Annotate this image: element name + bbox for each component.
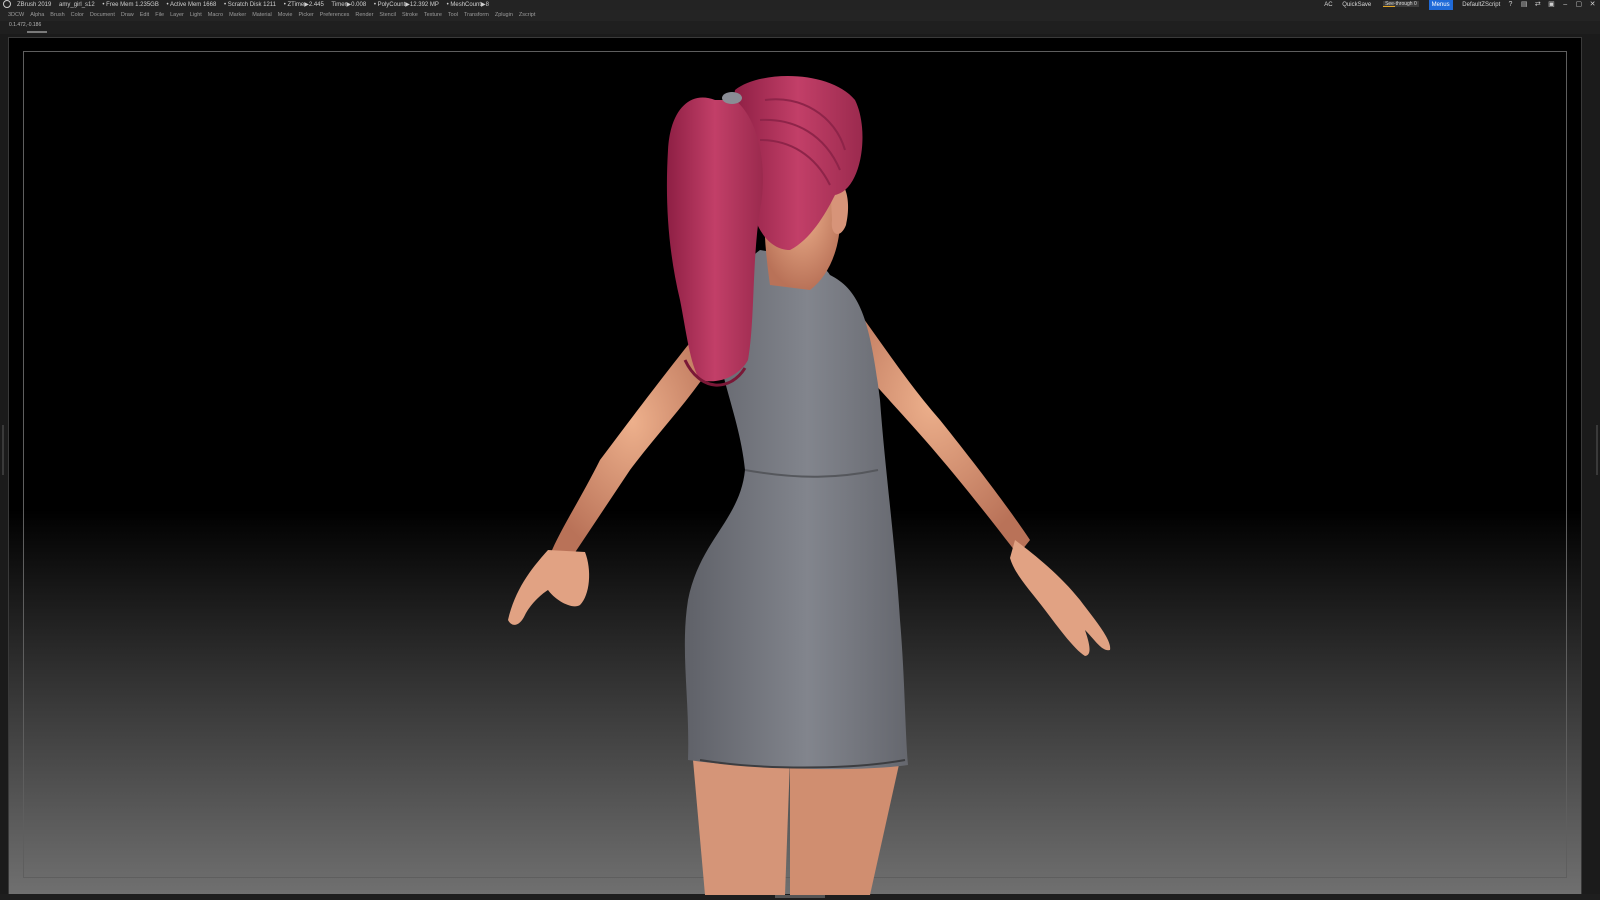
ponytail: [666, 97, 763, 382]
right-hand: [1010, 540, 1111, 656]
left-arm: [508, 330, 715, 625]
hair-tie: [722, 92, 742, 104]
character-model: [508, 76, 1111, 895]
left-hand: [508, 550, 590, 625]
legs: [693, 760, 900, 895]
right-leg: [790, 760, 900, 895]
left-arm-shape: [550, 330, 715, 560]
left-leg: [693, 760, 790, 895]
